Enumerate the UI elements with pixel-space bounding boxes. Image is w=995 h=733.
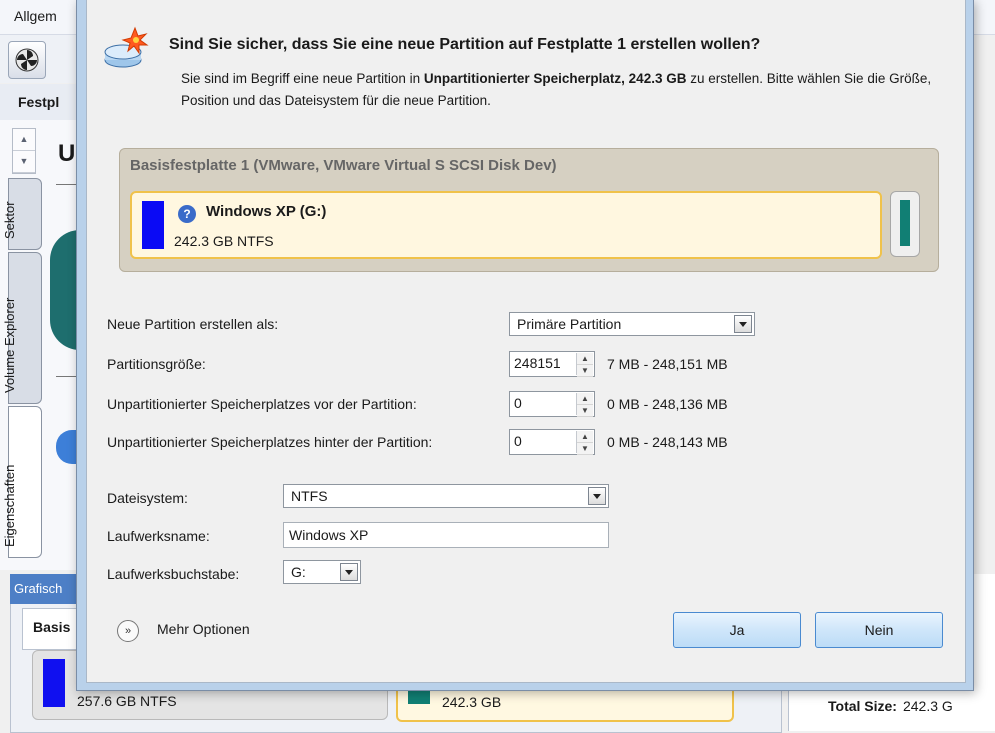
- dialog-body: Sind Sie sicher, dass Sie eine neue Part…: [86, 0, 966, 683]
- spinner-arrows[interactable]: ▲ ▼: [576, 393, 593, 417]
- partition-info: 242.3 GB: [442, 694, 502, 710]
- partition-type-select[interactable]: Primäre Partition: [509, 312, 755, 336]
- more-options-label: Mehr Optionen: [157, 621, 250, 637]
- total-size: Total Size: 242.3 G: [828, 698, 953, 714]
- volume-name-label: Laufwerksname:: [107, 528, 210, 544]
- partition-info: 257.6 GB NTFS: [77, 693, 177, 709]
- tab-sector-label: Sektor: [2, 201, 17, 239]
- panel-heading: U: [58, 140, 76, 167]
- space-after-value: 0: [514, 433, 522, 449]
- drive-letter-select[interactable]: G:: [283, 560, 361, 584]
- tab-disks[interactable]: Festpl: [18, 94, 59, 110]
- menu-item-general[interactable]: Allgem: [14, 8, 57, 24]
- dialog-title: Sind Sie sicher, dass Sie eine neue Part…: [169, 36, 761, 53]
- tab-volume-explorer[interactable]: Volume Explorer: [2, 252, 42, 404]
- basic-disk-text: Basis: [33, 619, 71, 635]
- yes-button[interactable]: Ja: [673, 612, 801, 648]
- space-before-label: Unpartitionierter Speicherplatzes vor de…: [107, 396, 417, 412]
- size-range: 7 MB - 248,151 MB: [607, 356, 728, 372]
- total-size-label: Total Size:: [828, 698, 897, 714]
- expand-icon[interactable]: »: [117, 620, 139, 642]
- size-label: Partitionsgröße:: [107, 356, 206, 372]
- partition-type-value: Primäre Partition: [517, 316, 622, 332]
- tab-properties[interactable]: Eigenschaften: [2, 406, 42, 558]
- filesystem-value: NTFS: [291, 488, 328, 504]
- help-icon: ?: [178, 205, 196, 223]
- graphic-panel-title: Grafisch: [14, 581, 63, 596]
- drive-letter-value: G:: [291, 564, 306, 580]
- size-spinner[interactable]: 248151 ▲ ▼: [509, 351, 595, 377]
- chevron-down-icon[interactable]: [734, 315, 752, 333]
- selected-partition[interactable]: ? Windows XP (G:) 242.3 GB NTFS: [130, 191, 882, 259]
- partition-name: Windows XP (G:): [206, 203, 327, 220]
- left-scrollbar[interactable]: ▲ ▼: [12, 128, 36, 174]
- basic-disk-label: Basis: [22, 608, 84, 650]
- chevron-down-icon[interactable]: [588, 487, 606, 505]
- chevron-down-icon[interactable]: [340, 563, 358, 581]
- tab-properties-label: Eigenschaften: [2, 464, 17, 547]
- partition-color-swatch: [142, 201, 164, 249]
- create-as-label: Neue Partition erstellen als:: [107, 316, 279, 332]
- volume-name-input[interactable]: Windows XP: [283, 522, 609, 548]
- toolbar-button[interactable]: [8, 41, 46, 79]
- spinner-arrows[interactable]: ▲ ▼: [576, 431, 593, 455]
- dialog-description: Sie sind im Begriff eine neue Partition …: [181, 68, 941, 112]
- desc-text: Sie sind im Begriff eine neue Partition …: [181, 71, 424, 86]
- volume-name-value: Windows XP: [289, 527, 369, 543]
- space-before-value: 0: [514, 395, 522, 411]
- create-partition-dialog: Sind Sie sicher, dass Sie eine neue Part…: [76, 0, 974, 691]
- tab-sector[interactable]: Sektor: [2, 178, 42, 250]
- filesystem-select[interactable]: NTFS: [283, 484, 609, 508]
- tab-strip: Festpl: [0, 84, 80, 120]
- partition-color-swatch: [900, 200, 910, 246]
- disk-title: Basisfestplatte 1 (VMware, VMware Virtua…: [130, 157, 557, 174]
- space-before-spinner[interactable]: 0 ▲ ▼: [509, 391, 595, 417]
- partition-info: 242.3 GB NTFS: [174, 233, 274, 249]
- size-value: 248151: [514, 355, 561, 371]
- tab-volume-explorer-label: Volume Explorer: [2, 297, 17, 393]
- filesystem-label: Dateisystem:: [107, 490, 188, 506]
- space-after-label: Unpartitionierter Speicherplatzes hinter…: [107, 434, 433, 450]
- disk-map: Basisfestplatte 1 (VMware, VMware Virtua…: [119, 148, 939, 272]
- toolbar: [0, 35, 80, 83]
- graphic-panel-header: Grafisch: [10, 574, 80, 604]
- space-before-range: 0 MB - 248,136 MB: [607, 396, 728, 412]
- total-size-value: 242.3 G: [902, 698, 953, 714]
- partition-handle[interactable]: [890, 191, 920, 257]
- space-after-range: 0 MB - 248,143 MB: [607, 434, 728, 450]
- drive-letter-label: Laufwerksbuchstabe:: [107, 566, 240, 582]
- fan-icon: [15, 48, 39, 72]
- spinner-arrows[interactable]: ▲ ▼: [576, 353, 593, 377]
- desc-target: Unpartitionierter Speicherplatz, 242.3 G…: [423, 71, 687, 86]
- space-after-spinner[interactable]: 0 ▲ ▼: [509, 429, 595, 455]
- partition-color-swatch: [43, 659, 65, 707]
- no-button[interactable]: Nein: [815, 612, 943, 648]
- new-partition-icon: [104, 26, 149, 68]
